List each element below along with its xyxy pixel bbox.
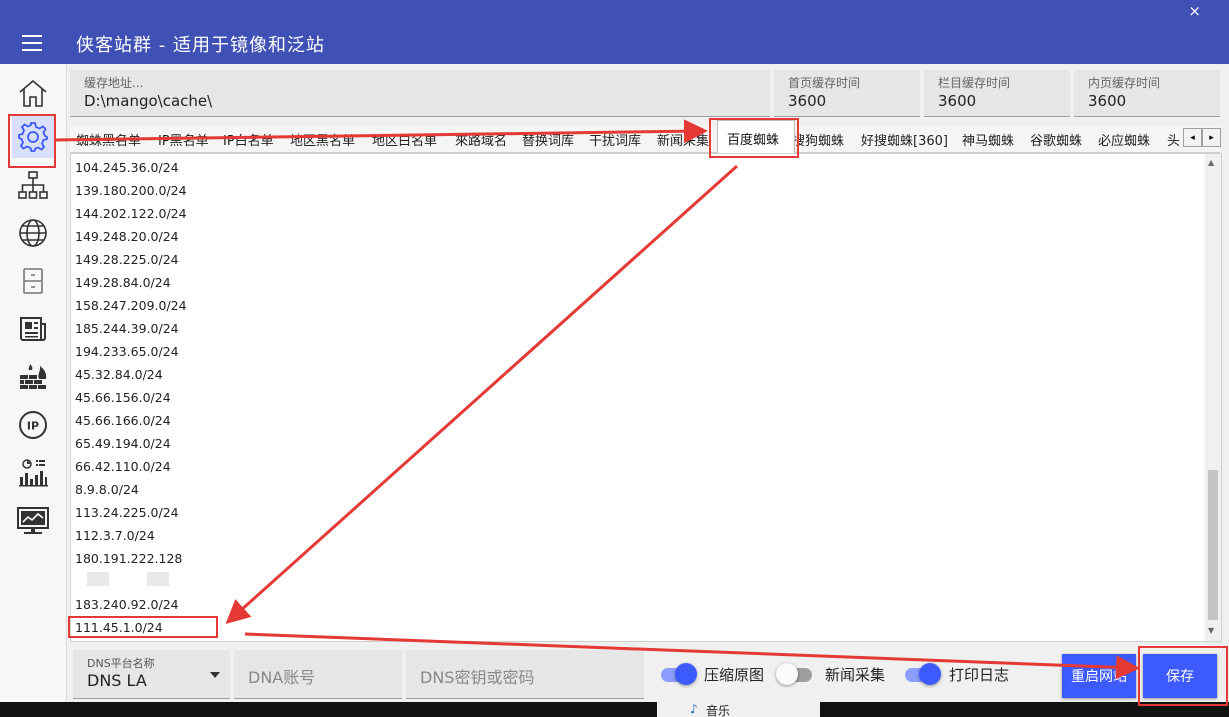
annotation-arrow [225, 164, 739, 625]
annotation-arrow [53, 119, 708, 144]
annotation-arrows [53, 119, 1140, 680]
annotation-arrow [244, 632, 1140, 680]
app-window: × 侠客站群 - 适用于镜像和泛站 IP 缓存地址... D:\mango\ca… [0, 0, 1229, 717]
